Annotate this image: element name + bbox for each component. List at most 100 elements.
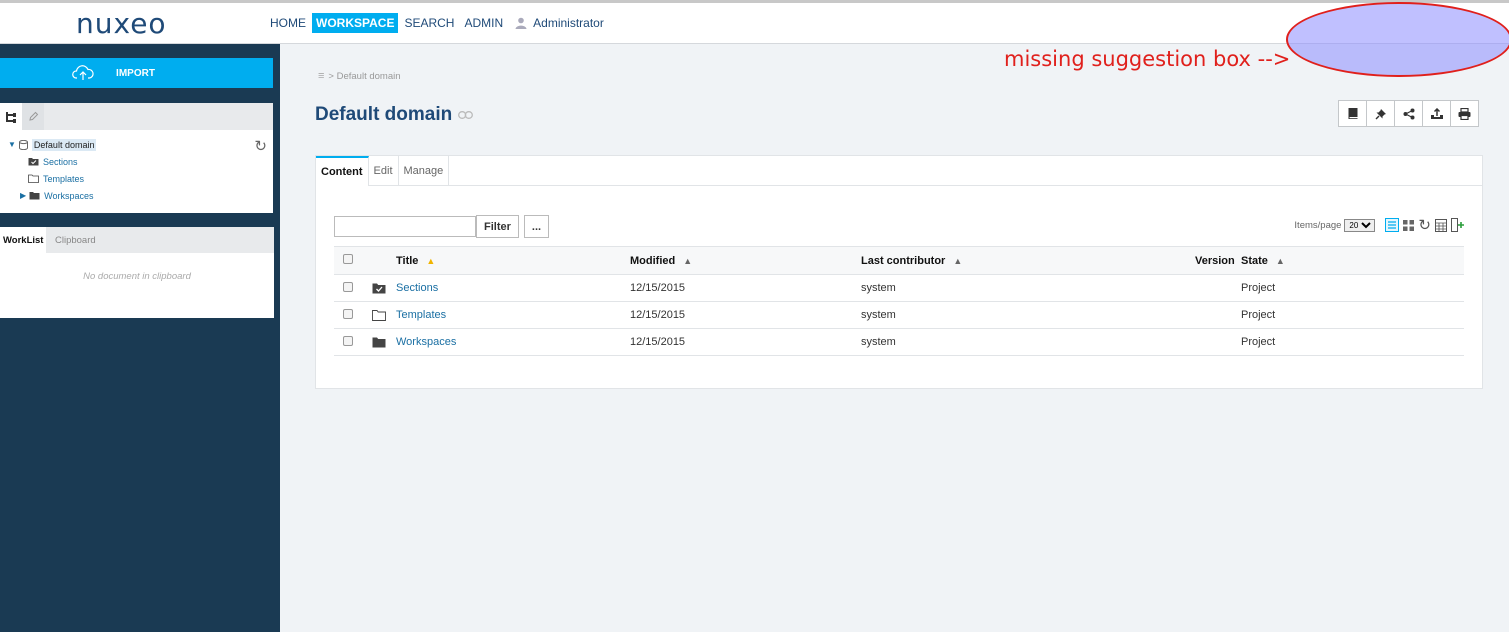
tab-tags[interactable] [22, 103, 44, 130]
version-cell [1195, 301, 1241, 329]
nav-workspace[interactable]: WORKSPACE [312, 13, 399, 33]
breadcrumb-path[interactable]: > Default domain [328, 71, 400, 82]
row-checkbox[interactable] [343, 308, 353, 319]
spreadsheet-icon [1435, 218, 1447, 232]
column-state[interactable]: State ▲ [1241, 246, 1464, 275]
tree-node-workspaces[interactable]: ▶ Workspaces [0, 187, 273, 204]
row-select-cell [334, 274, 372, 302]
print-button[interactable] [1450, 100, 1479, 127]
column-title[interactable]: Title ▲ [372, 246, 630, 275]
document-title-link[interactable]: Templates [396, 309, 446, 321]
sections-folder-icon [28, 158, 39, 166]
content-panel: Content Edit Manage Filter ... Items/pag… [315, 155, 1483, 389]
sections-folder-icon [372, 283, 386, 294]
tab-worklist[interactable]: WorkList [0, 227, 47, 253]
list-view-button[interactable] [1385, 218, 1400, 232]
tree-node-sections[interactable]: Sections [0, 153, 273, 170]
list-view-icon [1385, 218, 1400, 232]
thumbnail-view-button[interactable] [1403, 219, 1415, 231]
breadcrumb-menu-icon[interactable]: ≡ [318, 70, 324, 82]
nav-home[interactable]: HOME [266, 13, 310, 33]
column-version[interactable]: Version [1195, 246, 1241, 275]
row-checkbox[interactable] [343, 281, 353, 292]
tab-tree[interactable] [0, 103, 22, 130]
workspaces-folder-icon [372, 337, 386, 348]
table-row[interactable]: Sections 12/15/2015 system Project [334, 274, 1464, 302]
expanded-caret-icon[interactable]: ▼ [8, 140, 16, 149]
column-title-label: Title [396, 254, 419, 267]
tab-manage[interactable]: Manage [399, 156, 450, 186]
column-version-label: Version [1195, 254, 1235, 267]
annotation-ellipse [1286, 2, 1509, 77]
more-filters-button[interactable]: ... [523, 215, 549, 238]
sort-asc-icon[interactable]: ▲ [426, 256, 435, 266]
state-cell: Project [1241, 274, 1464, 302]
table-row[interactable]: Workspaces 12/15/2015 system Project [334, 328, 1464, 356]
column-modified[interactable]: Modified ▲ [630, 246, 861, 275]
document-title-link[interactable]: Workspaces [396, 336, 456, 348]
templates-folder-icon [28, 174, 39, 183]
templates-folder-icon [372, 310, 386, 321]
tab-content[interactable]: Content [316, 156, 369, 186]
content-tabs: Content Edit Manage [316, 156, 1482, 186]
sort-icon[interactable]: ▲ [1276, 256, 1285, 266]
grid-view-icon [1403, 219, 1415, 231]
export-icon [1430, 107, 1443, 119]
items-per-page-label: Items/page [1294, 219, 1342, 231]
top-bar: nuxeo HOME WORKSPACE SEARCH ADMIN Admini… [0, 0, 1509, 44]
tree-node-templates[interactable]: Templates [0, 170, 273, 187]
tree-label-default-domain: Default domain [31, 138, 97, 151]
content-table: Title ▲ Modified ▲ Last contributor ▲ Versi… [334, 246, 1464, 356]
pin-button[interactable] [1366, 100, 1395, 127]
items-per-page-select[interactable]: 20 [1344, 218, 1376, 232]
import-button[interactable]: IMPORT [0, 58, 273, 88]
title-cell: Sections [372, 274, 630, 302]
breadcrumb: ≡ > Default domain [318, 70, 401, 82]
row-checkbox[interactable] [343, 335, 353, 346]
main-navigation: HOME WORKSPACE SEARCH ADMIN Administrato… [266, 13, 604, 33]
select-all-checkbox[interactable] [343, 254, 353, 264]
navigation-tabs [0, 103, 273, 130]
title-cell: Templates [372, 301, 630, 329]
navigation-tree: ▼ Default domain Sections Templates ▶ Wo… [0, 136, 273, 204]
sort-icon[interactable]: ▲ [953, 256, 962, 266]
share-button[interactable] [1394, 100, 1423, 127]
cloud-upload-icon [72, 65, 94, 80]
sort-icon[interactable]: ▲ [683, 256, 692, 266]
document-actions [1338, 100, 1479, 127]
pin-icon [1375, 108, 1386, 119]
page-title-block: Default domain [315, 104, 474, 126]
nuxeo-logo[interactable]: nuxeo [76, 7, 167, 40]
refresh-list-button[interactable]: ↻ [1418, 216, 1431, 234]
tree-node-default-domain[interactable]: ▼ Default domain [0, 136, 273, 153]
filter-button[interactable]: Filter [476, 215, 519, 238]
nav-search[interactable]: SEARCH [400, 13, 458, 33]
user-name: Administrator [533, 16, 604, 30]
user-icon [515, 17, 527, 29]
clipboard-empty-message: No document in clipboard [83, 271, 191, 282]
user-menu[interactable]: Administrator [515, 16, 604, 30]
title-cell: Workspaces [372, 328, 630, 356]
tab-clipboard[interactable]: Clipboard [52, 227, 99, 253]
version-cell [1195, 328, 1241, 356]
domain-icon [18, 139, 28, 150]
tab-edit[interactable]: Edit [369, 156, 399, 186]
spreadsheet-button[interactable] [1435, 218, 1447, 232]
document-title-link[interactable]: Sections [396, 282, 438, 294]
workspaces-folder-icon [29, 192, 40, 200]
sidebar: IMPORT ↻ ▼ Default domain Sections Templ… [0, 44, 280, 632]
export-button[interactable] [1422, 100, 1451, 127]
table-row[interactable]: Templates 12/15/2015 system Project [334, 301, 1464, 329]
filter-bar: Filter ... [334, 215, 549, 238]
nav-admin[interactable]: ADMIN [460, 13, 507, 33]
pencil-icon [28, 111, 38, 121]
collapsed-caret-icon[interactable]: ▶ [20, 191, 26, 200]
modified-cell: 12/15/2015 [630, 301, 861, 329]
add-to-collection-button[interactable] [1338, 100, 1367, 127]
contributor-cell: system [861, 328, 1195, 356]
worklist-panel: WorkList Clipboard No document in clipbo… [0, 227, 274, 318]
add-column-button[interactable] [1451, 218, 1464, 232]
filter-input[interactable] [334, 216, 476, 237]
column-last-contributor[interactable]: Last contributor ▲ [861, 246, 1195, 275]
permalink-icon[interactable] [458, 111, 474, 119]
